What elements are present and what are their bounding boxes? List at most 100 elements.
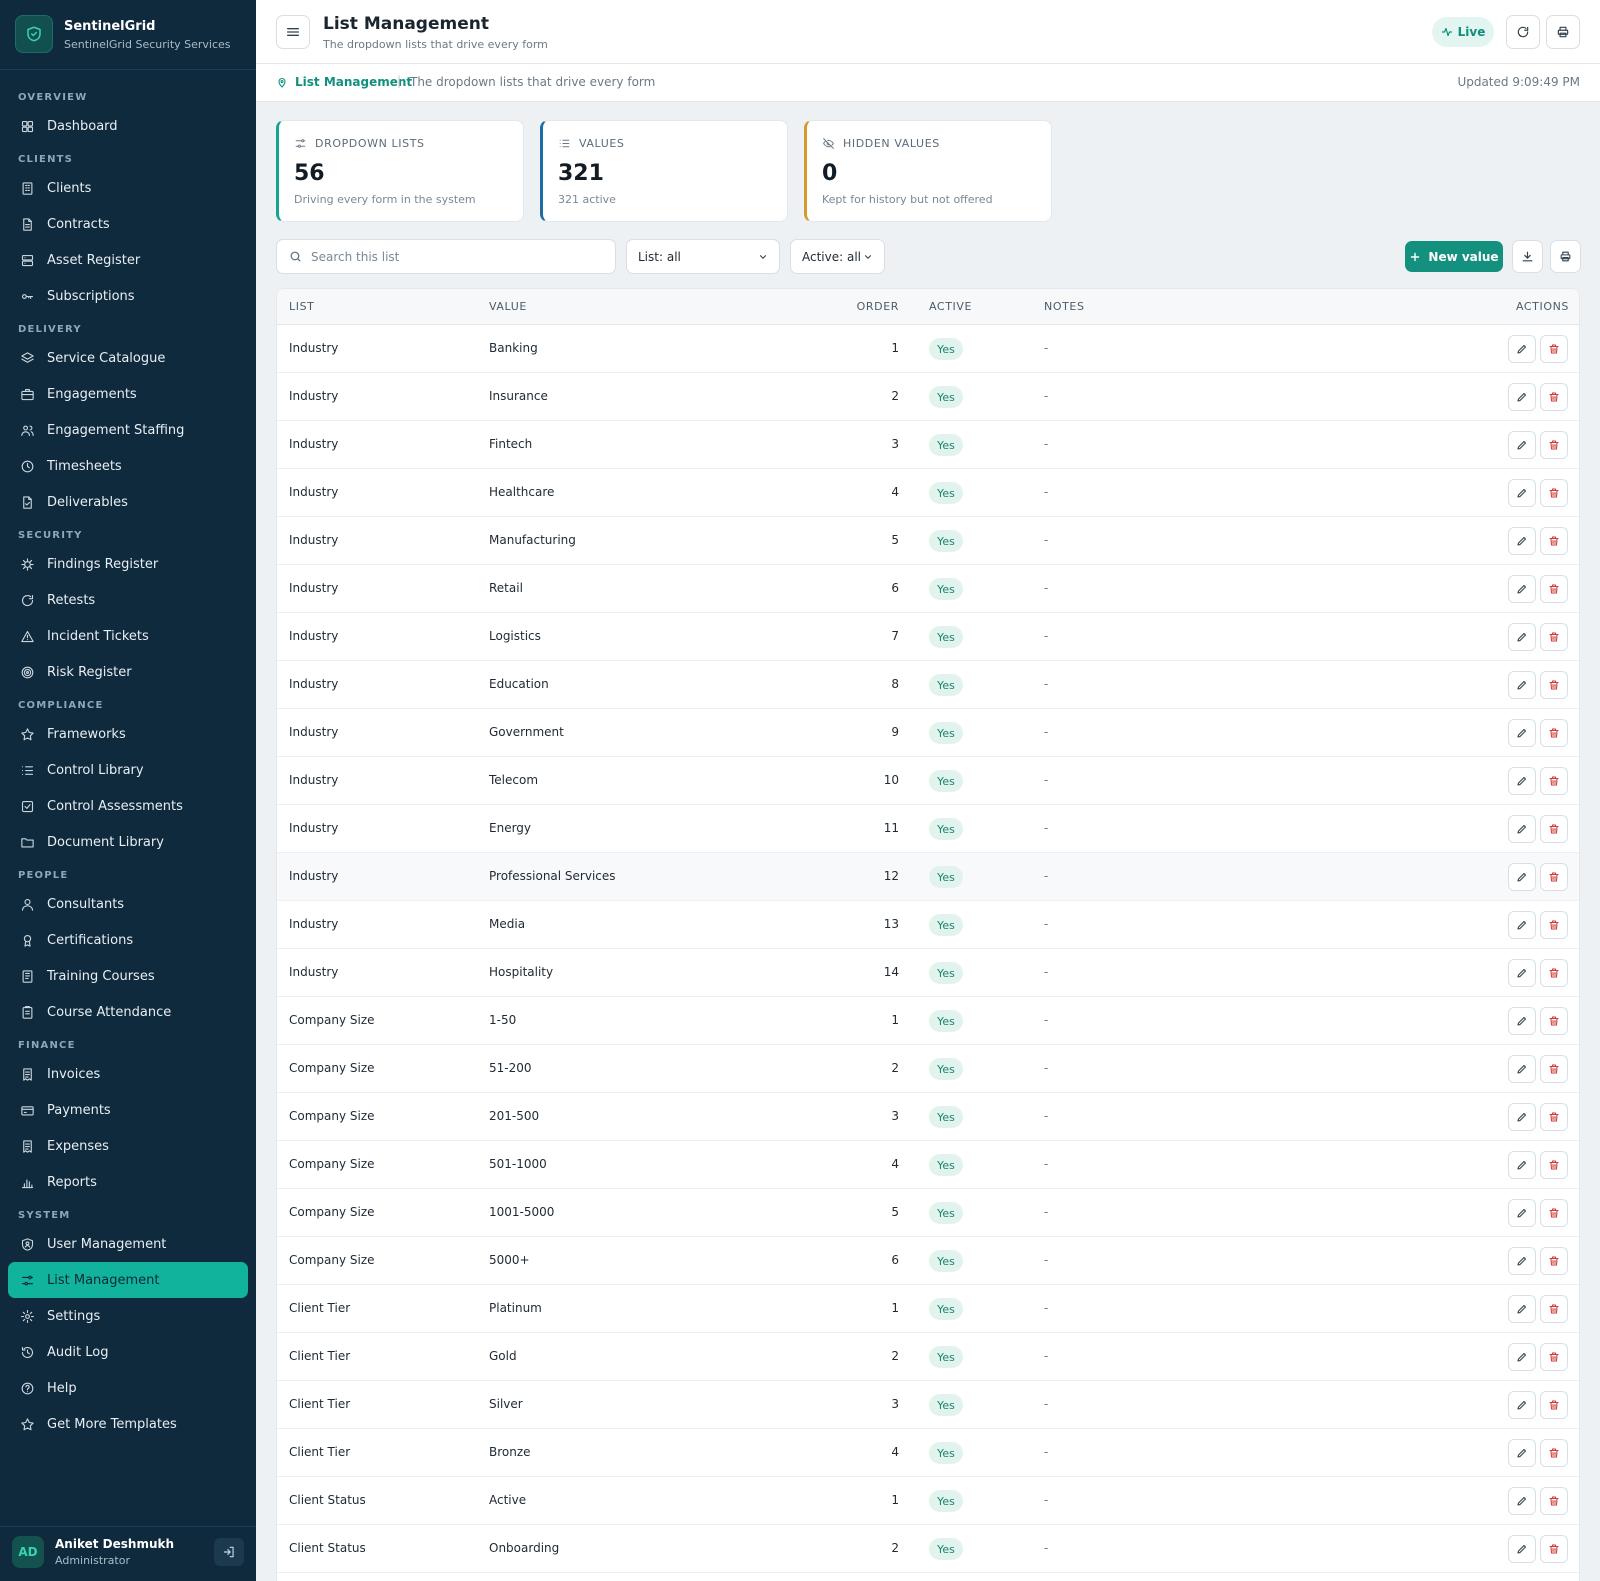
sidebar-item-clients[interactable]: Clients [8, 170, 248, 206]
table-row[interactable]: Industry Retail 6 Yes - [277, 565, 1579, 613]
sidebar-item-retests[interactable]: Retests [8, 582, 248, 618]
table-row[interactable]: Company Size 51-200 2 Yes - [277, 1045, 1579, 1093]
sidebar-item-help[interactable]: Help [8, 1370, 248, 1406]
live-status-badge[interactable]: Live [1432, 17, 1494, 47]
edit-button[interactable] [1508, 575, 1536, 603]
table-row[interactable]: Industry Government 9 Yes - [277, 709, 1579, 757]
table-row[interactable]: Industry Energy 11 Yes - [277, 805, 1579, 853]
sidebar-item-invoices[interactable]: Invoices [8, 1056, 248, 1092]
sidebar-item-engagements[interactable]: Engagements [8, 376, 248, 412]
logout-button[interactable] [214, 1538, 244, 1566]
print-button[interactable] [1546, 15, 1580, 49]
edit-button[interactable] [1508, 959, 1536, 987]
sidebar-item-get-more-templates[interactable]: Get More Templates [8, 1406, 248, 1442]
sidebar-item-engagement-staffing[interactable]: Engagement Staffing [8, 412, 248, 448]
delete-button[interactable] [1540, 623, 1568, 651]
table-row[interactable]: Client Tier Gold 2 Yes - [277, 1333, 1579, 1381]
delete-button[interactable] [1540, 767, 1568, 795]
refresh-button[interactable] [1506, 15, 1540, 49]
delete-button[interactable] [1540, 479, 1568, 507]
delete-button[interactable] [1540, 1055, 1568, 1083]
column-header-active[interactable]: ACTIVE [929, 300, 972, 313]
breadcrumb-current[interactable]: List Management [295, 75, 412, 89]
delete-button[interactable] [1540, 1151, 1568, 1179]
edit-button[interactable] [1508, 1199, 1536, 1227]
table-row[interactable]: Client Tier Silver 3 Yes - [277, 1381, 1579, 1429]
sidebar-item-user-management[interactable]: User Management [8, 1226, 248, 1262]
search-box[interactable] [276, 239, 616, 274]
edit-button[interactable] [1508, 383, 1536, 411]
search-input[interactable] [311, 240, 607, 273]
sidebar-item-list-management[interactable]: List Management [8, 1262, 248, 1298]
active-filter-select[interactable]: Active: all [790, 239, 885, 274]
delete-button[interactable] [1540, 1007, 1568, 1035]
delete-button[interactable] [1540, 1103, 1568, 1131]
sidebar-item-control-assessments[interactable]: Control Assessments [8, 788, 248, 824]
table-row[interactable]: Client Status Onboarding 2 Yes - [277, 1525, 1579, 1573]
edit-button[interactable] [1508, 815, 1536, 843]
delete-button[interactable] [1540, 815, 1568, 843]
sidebar-item-settings[interactable]: Settings [8, 1298, 248, 1334]
edit-button[interactable] [1508, 335, 1536, 363]
column-header-order[interactable]: ORDER [837, 300, 899, 313]
delete-button[interactable] [1540, 1391, 1568, 1419]
table-row[interactable]: Industry Logistics 7 Yes - [277, 613, 1579, 661]
sidebar-item-payments[interactable]: Payments [8, 1092, 248, 1128]
delete-button[interactable] [1540, 911, 1568, 939]
sidebar-item-findings-register[interactable]: Findings Register [8, 546, 248, 582]
edit-button[interactable] [1508, 1391, 1536, 1419]
delete-button[interactable] [1540, 383, 1568, 411]
sidebar-item-audit-log[interactable]: Audit Log [8, 1334, 248, 1370]
edit-button[interactable] [1508, 1343, 1536, 1371]
delete-button[interactable] [1540, 1295, 1568, 1323]
table-row[interactable]: Industry Healthcare 4 Yes - [277, 469, 1579, 517]
table-row[interactable]: Company Size 1-50 1 Yes - [277, 997, 1579, 1045]
edit-button[interactable] [1508, 479, 1536, 507]
sidebar-item-risk-register[interactable]: Risk Register [8, 654, 248, 690]
edit-button[interactable] [1508, 1535, 1536, 1563]
list-filter-select[interactable]: List: all [626, 239, 780, 274]
edit-button[interactable] [1508, 431, 1536, 459]
edit-button[interactable] [1508, 1439, 1536, 1467]
table-row[interactable]: Company Size 1001-5000 5 Yes - [277, 1189, 1579, 1237]
sidebar-item-incident-tickets[interactable]: Incident Tickets [8, 618, 248, 654]
table-row[interactable]: Industry Hospitality 14 Yes - [277, 949, 1579, 997]
table-row[interactable]: Company Size 201-500 3 Yes - [277, 1093, 1579, 1141]
sidebar-item-deliverables[interactable]: Deliverables [8, 484, 248, 520]
delete-button[interactable] [1540, 959, 1568, 987]
delete-button[interactable] [1540, 1535, 1568, 1563]
table-row[interactable]: Industry Insurance 2 Yes - [277, 373, 1579, 421]
avatar[interactable]: AD [12, 1536, 44, 1568]
column-header-notes[interactable]: NOTES [1044, 300, 1085, 313]
delete-button[interactable] [1540, 1247, 1568, 1275]
new-value-button[interactable]: New value [1405, 241, 1503, 272]
sidebar-item-document-library[interactable]: Document Library [8, 824, 248, 860]
sidebar-item-consultants[interactable]: Consultants [8, 886, 248, 922]
edit-button[interactable] [1508, 1247, 1536, 1275]
edit-button[interactable] [1508, 911, 1536, 939]
delete-button[interactable] [1540, 719, 1568, 747]
sidebar-item-service-catalogue[interactable]: Service Catalogue [8, 340, 248, 376]
delete-button[interactable] [1540, 863, 1568, 891]
edit-button[interactable] [1508, 1487, 1536, 1515]
sidebar-item-subscriptions[interactable]: Subscriptions [8, 278, 248, 314]
table-row[interactable]: Industry Manufacturing 5 Yes - [277, 517, 1579, 565]
edit-button[interactable] [1508, 1151, 1536, 1179]
table-row[interactable]: Company Size 5000+ 6 Yes - [277, 1237, 1579, 1285]
table-row[interactable]: Industry Education 8 Yes - [277, 661, 1579, 709]
print-list-button[interactable] [1550, 240, 1581, 273]
sidebar-item-training-courses[interactable]: Training Courses [8, 958, 248, 994]
table-row[interactable]: Industry Media 13 Yes - [277, 901, 1579, 949]
edit-button[interactable] [1508, 1295, 1536, 1323]
delete-button[interactable] [1540, 1199, 1568, 1227]
edit-button[interactable] [1508, 719, 1536, 747]
edit-button[interactable] [1508, 671, 1536, 699]
delete-button[interactable] [1540, 1439, 1568, 1467]
column-header-value[interactable]: VALUE [489, 300, 527, 313]
table-row[interactable]: Client Tier Platinum 1 Yes - [277, 1285, 1579, 1333]
edit-button[interactable] [1508, 767, 1536, 795]
export-button[interactable] [1512, 240, 1543, 273]
sidebar-item-certifications[interactable]: Certifications [8, 922, 248, 958]
table-row[interactable]: Client Tier Bronze 4 Yes - [277, 1429, 1579, 1477]
sidebar-item-frameworks[interactable]: Frameworks [8, 716, 248, 752]
